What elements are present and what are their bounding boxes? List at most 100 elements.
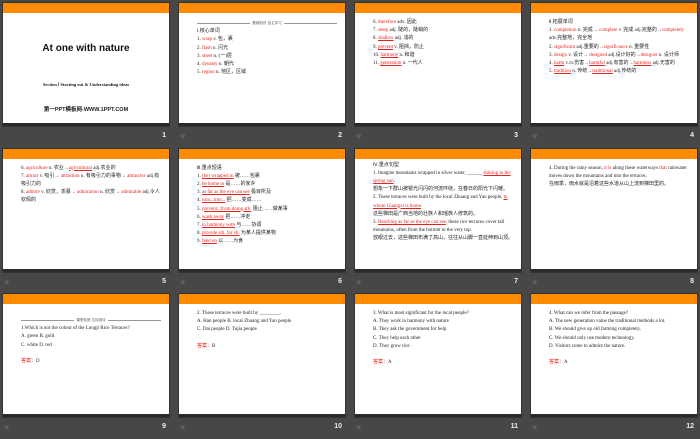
- slide-thumbnail[interactable]: 4. During the rainy season, it is along …: [530, 147, 698, 273]
- slide-text-line: [373, 351, 513, 359]
- slide-text-line: C. They help each other: [373, 335, 513, 343]
- slide-text-line: 9. prevent v. 阻挡，防止: [373, 44, 513, 52]
- text-segment: adj.无害的: [651, 61, 675, 67]
- slide-thumbnail-cell[interactable]: 3. What is most significant for the loca…: [354, 293, 522, 439]
- slide-thumbnail-cell[interactable]: 2. These terraces were built by ________…: [178, 293, 346, 439]
- slide-text-line: B. They ask the government for help: [373, 326, 513, 334]
- animation-star-icon: ☆: [532, 425, 538, 431]
- slide-number: 6: [338, 277, 342, 285]
- slide-thumbnail-cell[interactable]: Ⅳ.重点句型 1. Imagine mountains wrapped in si…: [354, 147, 522, 294]
- slide-thumbnail[interactable]: 课堂检测·达标测评 1.Which is not the colour of th…: [2, 293, 170, 418]
- slide-thumbnail[interactable]: Ⅳ.重点句型 1. Imagine mountains wrapped in si…: [354, 147, 522, 273]
- answer-text: 答案：: [197, 343, 213, 349]
- slide-text-line: D. They grow rice: [373, 343, 513, 351]
- slide-bottom-bar: [531, 414, 697, 417]
- answer-text: admire: [26, 190, 40, 196]
- slide-bottom-bar: [355, 268, 521, 272]
- text-segment: n. 和谐: [398, 52, 415, 58]
- slide-thumbnail-cell[interactable]: 4. What can we infer from the passage? A.…: [530, 293, 698, 439]
- slide-thumbnail[interactable]: At one with nature Section Ⅰ Starting out…: [2, 2, 170, 127]
- answer-text: designer: [640, 52, 658, 58]
- slide-text-line: Ⅰ.核心单词: [197, 28, 337, 36]
- slide-bottom-bar: [531, 268, 697, 272]
- slide-number: 10: [334, 423, 342, 430]
- slide-number: 8: [690, 277, 694, 285]
- answer-text: provide sth. for sb.: [202, 231, 240, 237]
- slide-text-line: 4. During the rainy season, it is along …: [549, 165, 689, 181]
- text-segment: n. (一)层: [212, 53, 232, 59]
- text-segment: 1.Which is not the colour of the Longji …: [21, 326, 130, 332]
- text-segment: v./n.伤害→: [564, 61, 590, 67]
- answer-text: shallow: [378, 36, 394, 42]
- slide-text-line: 1.Which is not the colour of the Longji …: [21, 325, 161, 333]
- answer-text: completely: [661, 28, 685, 34]
- slide-thumbnail[interactable]: 基础知识·自主学习 Ⅰ.核心单词 1. wrap v. 包，裹 2. flash n.…: [178, 2, 346, 127]
- text-segment: v. 欣赏，羡慕→: [39, 190, 78, 196]
- slide-thumbnail-cell[interactable]: 课堂检测·达标测评 1.Which is not the colour of th…: [2, 293, 170, 439]
- slide-text-line: 6. therefore adv. 因此: [373, 19, 513, 27]
- answer-text: attraction: [60, 173, 80, 179]
- slide-text-line: 4. turn...into... 把……变成……: [197, 197, 337, 205]
- text-segment: adj.农业的: [91, 165, 116, 171]
- answer-text: generation: [380, 61, 402, 67]
- slide-header-bar: [179, 148, 345, 159]
- text-segment: 2. These terraces were built by the loca…: [373, 195, 504, 201]
- slide-number: 5: [162, 277, 166, 285]
- text-segment: C. Dai people D. Tujia people: [197, 327, 257, 333]
- answer-text: in harmony with: [202, 222, 236, 228]
- slide-thumbnail-cell[interactable]: At one with nature Section Ⅰ Starting out…: [2, 2, 170, 148]
- answer-text: sheet: [202, 53, 213, 59]
- slide-text-line: 2. significant adj.重要的→significance n. 重…: [549, 44, 689, 52]
- slide-bottom-bar: [3, 268, 169, 272]
- slide-header-bar: [179, 294, 345, 304]
- slide-thumbnail-cell[interactable]: 基础知识·自主学习 Ⅰ.核心单词 1. wrap v. 包，裹 2. flash n.…: [178, 2, 346, 148]
- slide-text-line: [21, 350, 161, 358]
- text-segment: D. Visitors come to admire the nature.: [549, 343, 626, 349]
- slide-text-line: 3. Reaching as far as the eye can see, t…: [373, 219, 513, 235]
- answer-text: prevent: [378, 44, 393, 50]
- slide-thumbnail[interactable]: Ⅱ.拓展单词 1. completion n. 完成→ complete v. 完…: [530, 2, 698, 127]
- slide-text-line: D. Visitors come to admire the nature.: [549, 343, 689, 351]
- slide-thumbnail-cell[interactable]: 6. therefore adv. 因此 7. steep adj. 陡的，陡峭的…: [354, 2, 522, 148]
- slide-thumbnail[interactable]: Ⅲ.重点短语 1. (be) wrapped in 被……包裹 2. be home…: [178, 147, 346, 273]
- text-segment: v. 阻挡，防止: [393, 44, 424, 50]
- section-ornament-label: 课堂检测·达标测评: [76, 318, 106, 322]
- text-segment: 以……为食: [216, 239, 244, 245]
- slide-bottom-bar: [179, 268, 345, 272]
- answer-text: agriculture: [26, 165, 48, 171]
- slide-thumbnail[interactable]: 3. What is most significant for the loca…: [354, 293, 522, 418]
- text-segment: 极目所及: [249, 190, 272, 196]
- text-segment: B. They ask the government for help: [373, 327, 447, 333]
- slide-thumbnail-cell[interactable]: 6. agriculture n. 农业→agricultural adj.农业…: [2, 147, 170, 294]
- section-ornament-label: 基础知识·自主学习: [252, 21, 282, 25]
- slide-content: 4. During the rainy season, it is along …: [549, 165, 689, 190]
- slide-thumbnail-cell[interactable]: Ⅱ.拓展单词 1. completion n. 完成→ complete v. 完…: [530, 2, 698, 148]
- slide-thumbnail-cell[interactable]: 4. During the rainy season, it is along …: [530, 147, 698, 294]
- text-segment: 1. Imagine mountains wrapped in silver w…: [373, 170, 484, 176]
- slide-thumbnail[interactable]: 6. agriculture n. 农业→agricultural adj.农业…: [2, 147, 170, 273]
- slide-text-line: Ⅳ.重点句型: [373, 162, 513, 170]
- slide-text-line: 这些梯田是广西当地的壮族人和瑶族人修筑的。: [373, 211, 513, 219]
- slide-thumbnail[interactable]: 4. What can we infer from the passage? A.…: [530, 293, 698, 418]
- animation-star-icon: ☆: [180, 425, 186, 431]
- slide-thumbnail-cell[interactable]: Ⅲ.重点短语 1. (be) wrapped in 被……包裹 2. be home…: [178, 147, 346, 294]
- slide-thumbnail[interactable]: 6. therefore adv. 因此 7. steep adj. 陡的，陡峭的…: [354, 2, 522, 127]
- text-segment: 为某人提供某物: [239, 231, 276, 237]
- answer-text: therefore: [378, 20, 397, 25]
- slide-text-line: 2. be home to 是……的家乡: [197, 181, 337, 189]
- slide-thumbnail[interactable]: 2. These terraces were built by ________…: [178, 293, 346, 418]
- text-segment: C. white D. red: [21, 342, 52, 348]
- text-segment: along these waterways: [611, 165, 660, 171]
- slide-content: Ⅱ.拓展单词 1. completion n. 完成→ complete v. 完…: [549, 19, 689, 76]
- slide-header-bar: [355, 294, 521, 304]
- slide-text-line: 2. These terraces were built by ________…: [197, 310, 337, 318]
- slide-text-line: 11. generation n. 一代人: [373, 60, 513, 68]
- answer-text: significance: [603, 44, 628, 50]
- text-segment: n. 完成→: [576, 28, 600, 34]
- answer-text: prevent...from doing sth.: [202, 206, 252, 212]
- text-segment: n. 重要性: [627, 44, 650, 50]
- animation-star-icon: ☆: [532, 279, 538, 286]
- text-segment: A. The new generation value the traditio…: [549, 319, 666, 325]
- slide-header-bar: [3, 3, 169, 13]
- text-segment: adj.重要的→: [575, 44, 604, 50]
